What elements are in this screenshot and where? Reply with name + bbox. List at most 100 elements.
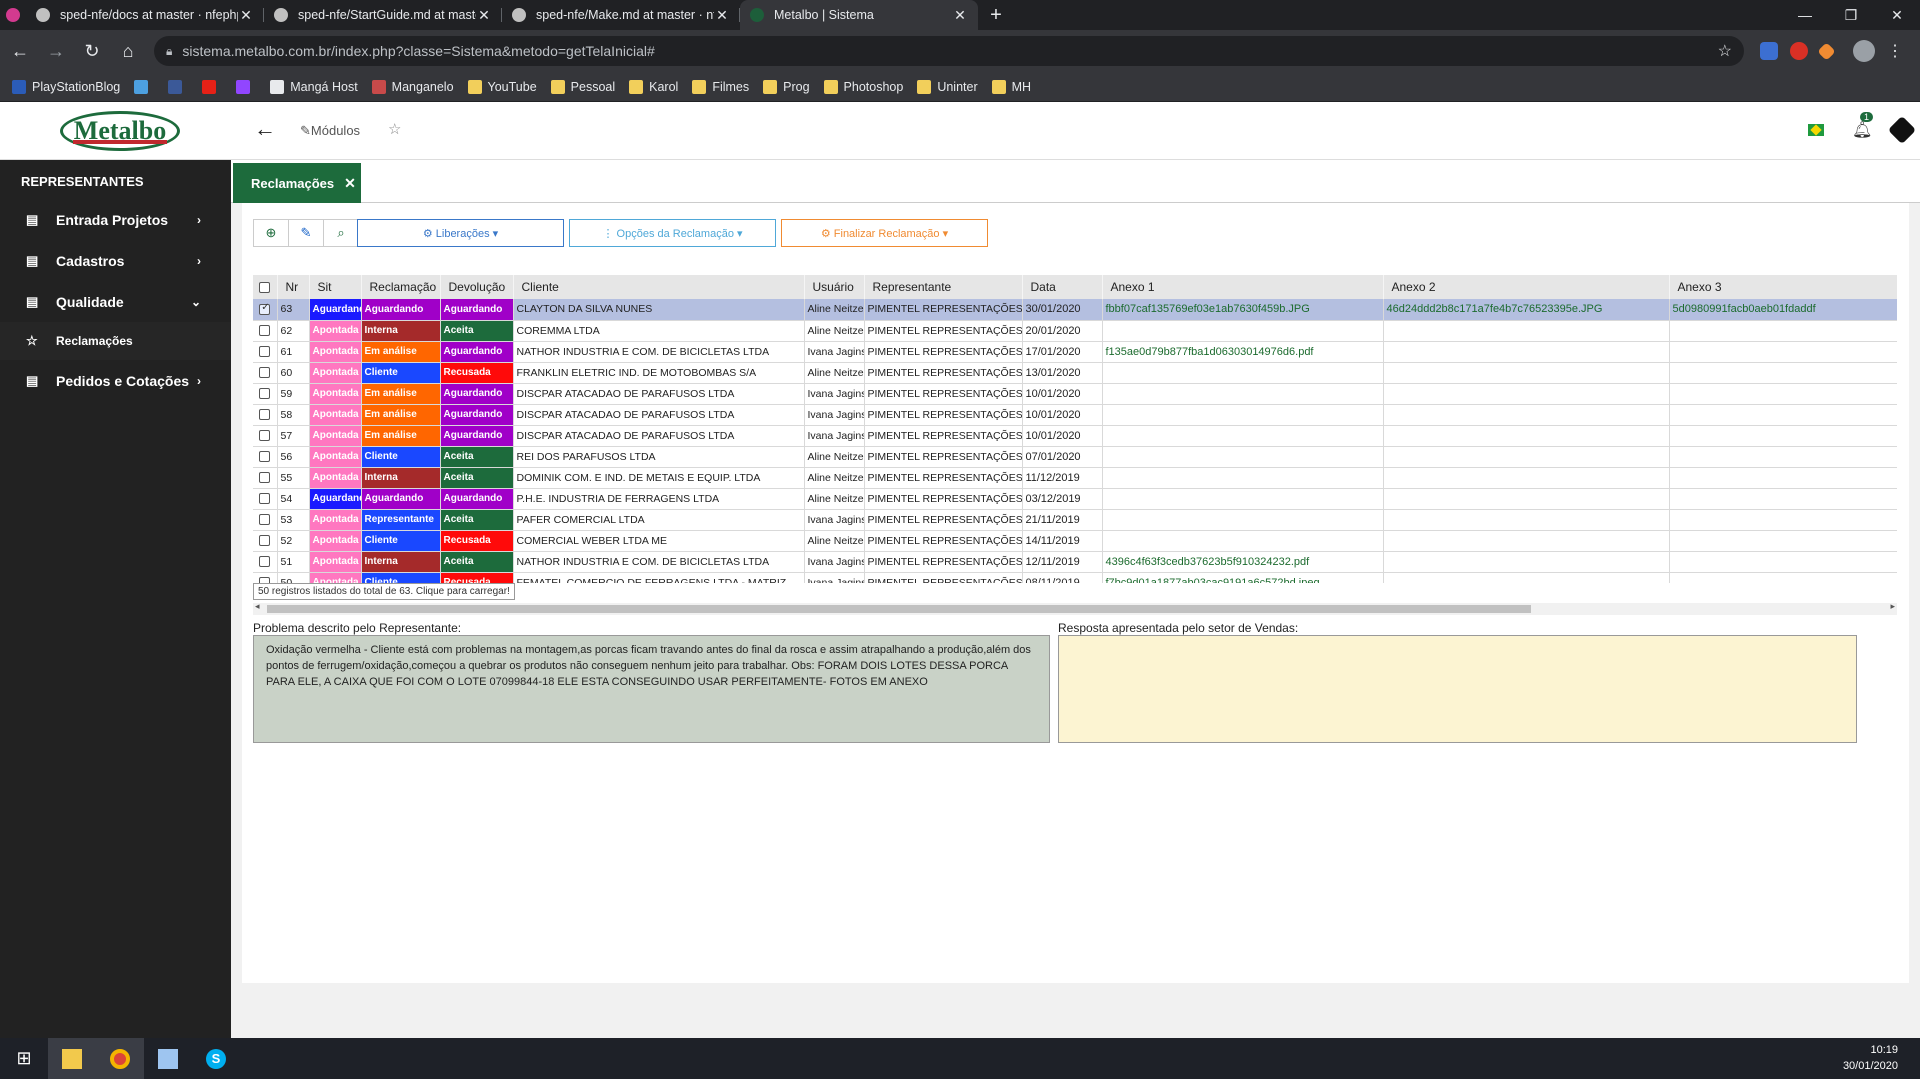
table-row[interactable]: 61 Apontada Em análise Aguardando NATHOR IND… <box>253 341 1897 363</box>
cell-anexo2[interactable] <box>1383 446 1670 468</box>
horizontal-scrollbar[interactable]: ◂ ▸ <box>253 601 1897 615</box>
file-explorer-icon[interactable] <box>48 1038 96 1079</box>
col-header-anexo3[interactable]: Anexo 3 <box>1669 275 1897 299</box>
cell-anexo3[interactable] <box>1669 509 1897 531</box>
home-icon[interactable]: ⌂ <box>112 35 144 67</box>
bookmark-prog[interactable]: Prog <box>763 79 810 94</box>
checkbox[interactable] <box>259 346 271 358</box>
cell-anexo3[interactable] <box>1669 320 1897 342</box>
row-checkbox[interactable] <box>253 488 278 510</box>
reload-icon[interactable]: ↻ <box>76 35 108 67</box>
col-header-reclamacao[interactable]: Reclamação <box>361 275 441 299</box>
row-checkbox[interactable] <box>253 383 278 405</box>
close-tab-icon[interactable]: ✕ <box>952 7 968 24</box>
table-row[interactable]: 62 Apontada Interna Aceita COREMMA LTDA Aline… <box>253 320 1897 342</box>
metalbo-logo[interactable]: Metalbo <box>60 111 180 151</box>
response-textarea[interactable] <box>1058 635 1857 743</box>
table-row[interactable]: 63AguardandoAguardandoAguardandoCLAYTON … <box>253 299 1897 321</box>
row-checkbox[interactable] <box>253 299 278 321</box>
table-row[interactable]: 53 Apontada Representante Aceita PAFER COMER… <box>253 509 1897 531</box>
row-checkbox[interactable] <box>253 362 278 384</box>
problem-textarea[interactable]: Oxidação vermelha - Cliente está com pro… <box>253 635 1050 743</box>
cell-anexo3[interactable] <box>1669 341 1897 363</box>
tab-reclamacoes[interactable]: Reclamações ✕ <box>233 163 361 203</box>
cell-anexo3[interactable] <box>1669 551 1897 573</box>
cell-anexo3[interactable] <box>1669 446 1897 468</box>
row-checkbox[interactable] <box>253 551 278 573</box>
profile-avatar[interactable] <box>1853 40 1875 62</box>
bookmark-pessoal[interactable]: Pessoal <box>550 79 615 94</box>
checkbox[interactable] <box>259 367 271 379</box>
bookmark-mh[interactable]: MH <box>991 79 1031 94</box>
cube-app-icon[interactable] <box>144 1038 192 1079</box>
windows-start-icon[interactable]: ⊞ <box>0 1038 48 1079</box>
cell-anexo2[interactable] <box>1383 404 1670 426</box>
table-row[interactable]: 51 Apontada Interna Aceita NATHOR INDUSTRIA … <box>253 551 1897 573</box>
cell-anexo1[interactable] <box>1102 425 1384 447</box>
bookmark-youtube[interactable]: YouTube <box>467 79 537 94</box>
row-checkbox[interactable] <box>253 404 278 426</box>
bookmark-facebook[interactable] <box>168 79 188 94</box>
extension-icon[interactable] <box>1790 42 1808 60</box>
sidebar-item-qualidade[interactable]: ▤ Qualidade ⌄ <box>0 281 231 322</box>
minimize-icon[interactable]: — <box>1782 0 1828 30</box>
browser-tab-active[interactable]: Metalbo | Sistema ✕ <box>740 0 978 30</box>
sidebar-item-entrada-projetos[interactable]: ▤ Entrada Projetos › <box>0 199 231 240</box>
cell-anexo1[interactable] <box>1102 509 1384 531</box>
cell-anexo1[interactable]: f135ae0d79b877fba1d06303014976d6.pdf <box>1102 341 1384 363</box>
bookmark-manga-host[interactable]: Mangá Host <box>270 79 358 94</box>
col-header-anexo2[interactable]: Anexo 2 <box>1383 275 1670 299</box>
table-row[interactable]: 54AguardandoAguardandoAguardandoP.H.E. I… <box>253 488 1897 510</box>
select-all-checkbox[interactable] <box>253 275 278 299</box>
close-tab-icon[interactable]: ✕ <box>238 7 254 24</box>
cell-anexo2[interactable] <box>1383 362 1670 384</box>
extension-icon[interactable] <box>1817 41 1836 61</box>
close-tab-icon[interactable]: ✕ <box>476 7 492 24</box>
bookmark-manganelo[interactable]: Manganelo <box>371 79 454 94</box>
bookmark-uninter[interactable]: Uninter <box>917 79 978 94</box>
bookmark-youtube-icon[interactable] <box>202 79 222 94</box>
finalizar-reclamacao-dropdown[interactable]: ⚙ Finalizar Reclamação ▾ <box>781 219 988 247</box>
cell-anexo2[interactable] <box>1383 530 1670 552</box>
checkbox[interactable] <box>259 325 271 337</box>
user-avatar[interactable] <box>1887 115 1917 145</box>
close-tab-icon[interactable]: ✕ <box>714 7 730 24</box>
row-checkbox[interactable] <box>253 446 278 468</box>
checkbox[interactable] <box>259 556 271 568</box>
cell-anexo3[interactable] <box>1669 572 1897 583</box>
sidebar-item-reclamacoes[interactable]: ☆ Reclamações <box>0 322 231 360</box>
checkbox[interactable] <box>259 430 271 442</box>
row-checkbox[interactable] <box>253 530 278 552</box>
table-row[interactable]: 60 Apontada Cliente Recusada FRANKLIN ELETRI… <box>253 362 1897 384</box>
table-row[interactable]: 59 Apontada Em análise Aguardando DISCPAR AT… <box>253 383 1897 405</box>
liberacoes-dropdown[interactable]: ⚙ Liberações ▾ <box>357 219 564 247</box>
cell-anexo1[interactable] <box>1102 446 1384 468</box>
new-tab-button[interactable]: + <box>978 0 1014 30</box>
cell-anexo1[interactable] <box>1102 530 1384 552</box>
col-header-usuario[interactable]: Usuário <box>804 275 865 299</box>
table-row[interactable]: 50 Apontada Cliente Recusada FEMATEL COMERCI… <box>253 572 1897 583</box>
back-arrow-icon[interactable]: ← <box>254 116 276 142</box>
cell-anexo1[interactable]: f7bc9d01a1877ab03cac9191a6c572bd.jpeg <box>1102 572 1384 583</box>
extension-icon[interactable] <box>1760 42 1778 60</box>
cell-anexo3[interactable] <box>1669 425 1897 447</box>
cell-anexo1[interactable] <box>1102 488 1384 510</box>
cell-anexo2[interactable] <box>1383 383 1670 405</box>
edit-button[interactable]: ✎ <box>288 219 324 247</box>
row-checkbox[interactable] <box>253 572 278 583</box>
scroll-left-icon[interactable]: ◂ <box>255 601 260 612</box>
sidebar-item-pedidos-cotacoes[interactable]: ▤ Pedidos e Cotações › <box>0 360 231 401</box>
cell-anexo2[interactable] <box>1383 509 1670 531</box>
browser-tab[interactable]: sped-nfe/Make.md at master · nf ✕ <box>502 0 740 30</box>
table-row[interactable]: 56 Apontada Cliente Aceita REI DOS PARAFUSOS… <box>253 446 1897 468</box>
maximize-icon[interactable]: ❐ <box>1828 0 1874 30</box>
browser-app-icon[interactable] <box>0 0 26 30</box>
checkbox[interactable] <box>259 514 271 526</box>
checkbox[interactable] <box>259 493 271 505</box>
bookmark-star-icon[interactable]: ☆ <box>1718 41 1732 61</box>
col-header-nr[interactable]: Nr <box>277 275 310 299</box>
checkbox[interactable] <box>259 472 271 484</box>
table-row[interactable]: 57 Apontada Em análise Aguardando DISCPAR AT… <box>253 425 1897 447</box>
checkbox[interactable] <box>259 302 271 315</box>
add-button[interactable]: ⊕ <box>253 219 289 247</box>
